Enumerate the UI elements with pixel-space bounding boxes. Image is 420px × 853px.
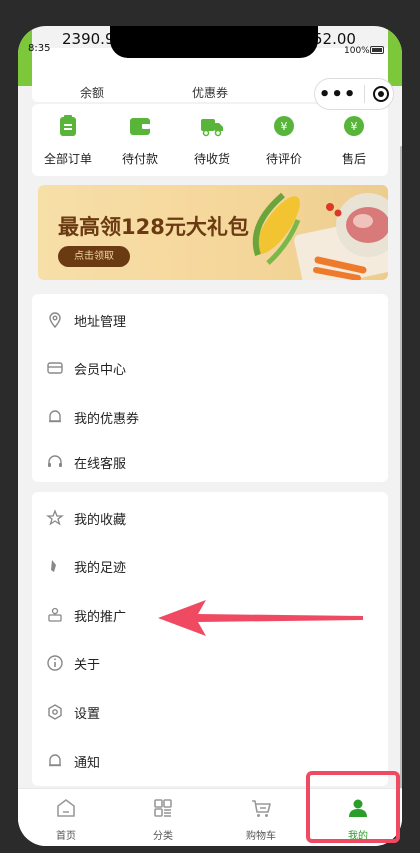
annotation-arrow: [158, 600, 363, 636]
tab-home[interactable]: 首页: [36, 797, 96, 842]
header-accent-left: [18, 26, 32, 86]
menu-item-notifications-label: 通知: [74, 755, 101, 771]
footprint-icon: [51, 560, 56, 572]
settings-icon: [48, 704, 62, 720]
menu-item-about[interactable]: 关于: [32, 643, 388, 683]
order-after-sales-label: 售后: [341, 152, 366, 166]
menu-item-support[interactable]: 在线客服: [32, 442, 388, 482]
menu-item-promotion-label: 我的推广: [74, 609, 127, 625]
stat-coupon-label[interactable]: 优惠券: [192, 84, 228, 101]
target-icon[interactable]: [373, 86, 390, 102]
order-pending-payment-label: 待付款: [121, 152, 158, 166]
cart-icon: [252, 800, 271, 817]
order-after-sales[interactable]: ¥ 售后: [324, 114, 384, 167]
order-pending-review-label: 待评价: [265, 152, 302, 166]
bell-icon: [49, 410, 61, 423]
star-icon: [46, 509, 64, 526]
tab-category-label: 分类: [153, 831, 173, 842]
capsule-divider: [364, 85, 366, 103]
bell-icon: [49, 754, 61, 767]
svg-text:¥: ¥: [281, 120, 288, 133]
phone-screen: 8:35 100% 余额 优惠券 积分 2390.9 52.00 ••• 全部订…: [18, 26, 402, 846]
order-all-label: 全部订单: [43, 152, 92, 166]
stat-balance-label[interactable]: 余额: [80, 84, 104, 101]
menu-item-footprints[interactable]: 我的足迹: [32, 546, 388, 586]
yen-badge-icon: ¥: [274, 116, 294, 136]
order-pending-receipt-label: 待收货: [193, 152, 230, 166]
menu-item-settings[interactable]: 设置: [32, 692, 388, 732]
menu-item-membership-label: 会员中心: [74, 362, 127, 378]
home-icon: [57, 799, 75, 817]
card-icon: [47, 362, 63, 374]
menu-group-services: 地址管理 会员中心 我的优惠券 在线客服: [32, 294, 388, 482]
menu-item-favorites-label: 我的收藏: [74, 512, 127, 528]
banner-claim-button[interactable]: 点击领取: [58, 246, 130, 267]
tab-category[interactable]: 分类: [133, 797, 193, 842]
menu-item-coupons[interactable]: 我的优惠券: [32, 397, 388, 437]
menu-item-footprints-label: 我的足迹: [74, 560, 127, 576]
status-battery-text: 100%: [344, 46, 370, 56]
balance-value: 2390.9: [62, 30, 115, 48]
banner-title: 最高领128元大礼包: [58, 215, 249, 239]
order-pending-review[interactable]: ¥ 待评价: [254, 114, 314, 167]
tab-cart[interactable]: 购物车: [231, 797, 291, 842]
annotation-highlight-box: [306, 771, 400, 843]
promo-banner[interactable]: 最高领128元大礼包 点击领取: [38, 185, 388, 280]
location-pin-icon: [49, 312, 61, 329]
menu-item-support-label: 在线客服: [74, 456, 127, 472]
svg-text:¥: ¥: [351, 120, 358, 133]
truck-icon: [201, 119, 223, 137]
miniprogram-capsule: •••: [314, 78, 394, 110]
menu-item-membership[interactable]: 会员中心: [32, 348, 388, 388]
tab-cart-label: 购物车: [246, 831, 276, 842]
menu-group-personal: 我的收藏 我的足迹 我的推广 关于 设置 通知: [32, 492, 388, 786]
vegetables-illustration: [252, 192, 388, 280]
tab-home-label: 首页: [56, 831, 76, 842]
orders-card: 全部订单 待付款 待收货 ¥ 待评价 ¥ 售后: [32, 104, 388, 176]
order-pending-payment[interactable]: 待付款: [110, 114, 170, 167]
menu-item-about-label: 关于: [74, 657, 101, 673]
clipboard-icon: [60, 115, 76, 136]
menu-item-settings-label: 设置: [74, 706, 101, 722]
yen-badge-icon: ¥: [344, 116, 364, 136]
wallet-icon: [130, 118, 150, 135]
scrollbar[interactable]: [400, 146, 402, 796]
order-all[interactable]: 全部订单: [38, 114, 98, 167]
category-icon: [154, 799, 172, 817]
battery-icon: [370, 46, 384, 54]
order-pending-receipt[interactable]: 待收货: [182, 114, 242, 167]
menu-item-favorites[interactable]: 我的收藏: [32, 498, 388, 538]
headset-icon: [48, 455, 62, 467]
menu-item-address-label: 地址管理: [74, 314, 127, 330]
more-dots-icon[interactable]: •••: [319, 84, 357, 105]
device-notch: [110, 26, 318, 58]
info-icon: [47, 655, 63, 671]
promotion-icon: [48, 607, 62, 622]
menu-item-coupons-label: 我的优惠券: [74, 411, 140, 427]
status-time: 8:35: [28, 43, 51, 54]
header-accent-right: [388, 26, 402, 86]
menu-item-address[interactable]: 地址管理: [32, 300, 388, 340]
